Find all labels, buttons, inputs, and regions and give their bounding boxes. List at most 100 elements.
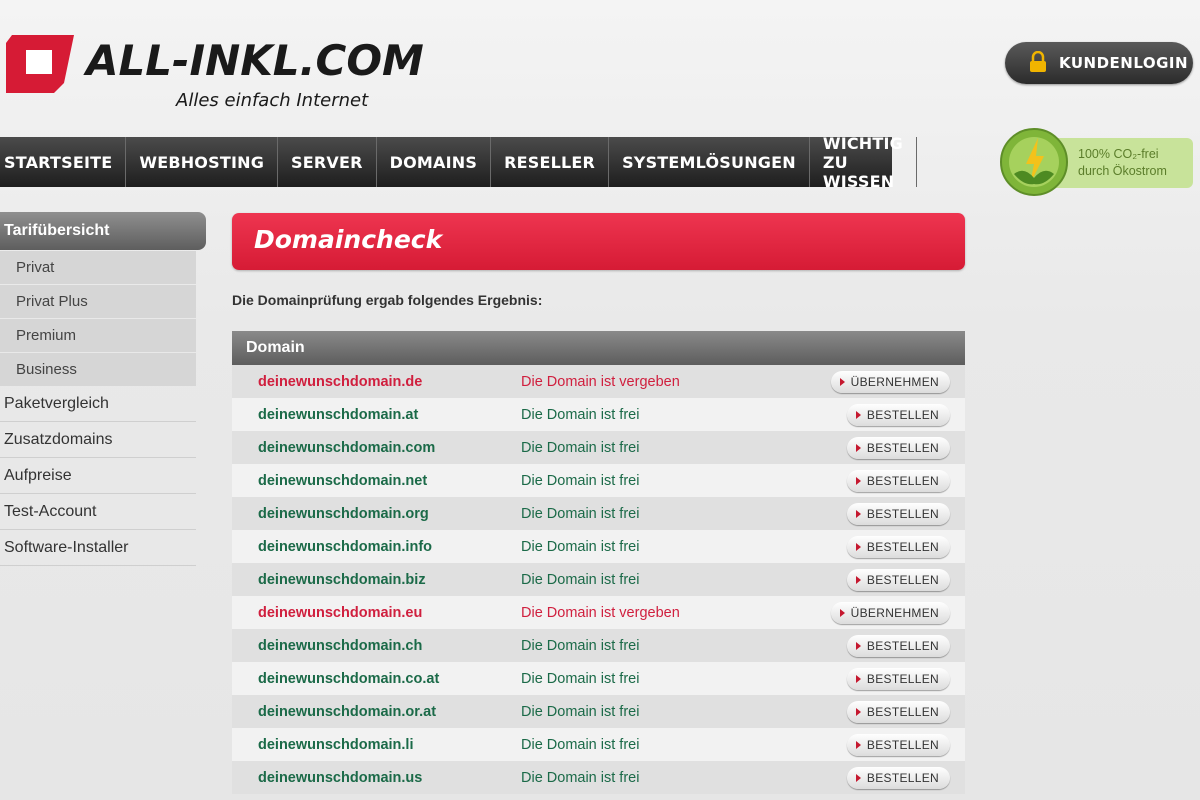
eco-line-1: 100% CO₂-frei: [1078, 147, 1159, 161]
table-row: deinewunschdomain.us Die Domain ist frei B…: [232, 761, 965, 794]
page-title-banner: Domaincheck: [232, 213, 965, 270]
domain-name: deinewunschdomain.ch: [258, 638, 423, 654]
domain-name: deinewunschdomain.org: [258, 506, 429, 522]
bestellen-button[interactable]: BESTELLEN: [846, 536, 950, 558]
arrow-right-icon: [855, 708, 861, 716]
domain-name: deinewunschdomain.or.at: [258, 704, 437, 720]
sidebar-item-zusatzdomains[interactable]: Zusatzdomains: [0, 422, 196, 458]
domain-name: deinewunschdomain.biz: [258, 572, 426, 588]
button-label: BESTELLEN: [866, 507, 939, 521]
site-header: ALL-INKL.COM Alles einfach Internet KUND…: [0, 0, 1200, 137]
bestellen-button[interactable]: BESTELLEN: [846, 635, 950, 657]
arrow-right-icon: [839, 378, 845, 386]
domain-status: Die Domain ist frei: [521, 638, 640, 654]
eco-text: 100% CO₂-frei durch Ökostrom: [1078, 146, 1193, 180]
button-label: BESTELLEN: [866, 540, 939, 554]
button-label: BESTELLEN: [866, 639, 939, 653]
domain-status: Die Domain ist frei: [521, 440, 640, 456]
table-row: deinewunschdomain.eu Die Domain ist verge…: [232, 596, 965, 629]
button-label: BESTELLEN: [866, 771, 939, 785]
bestellen-button[interactable]: BESTELLEN: [846, 701, 950, 723]
sidebar-subitem-business[interactable]: Business: [0, 353, 196, 386]
arrow-right-icon: [855, 675, 861, 683]
table-header-domain: Domain: [232, 331, 965, 365]
button-label: BESTELLEN: [866, 738, 939, 752]
lock-icon: [1030, 51, 1046, 72]
domain-status: Die Domain ist frei: [521, 572, 640, 588]
logo-wordmark[interactable]: ALL-INKL.COM: [86, 40, 424, 82]
domain-name: deinewunschdomain.de: [258, 374, 423, 390]
domain-status: Die Domain ist frei: [521, 737, 640, 753]
arrow-right-icon: [855, 444, 861, 452]
sidebar-item-software-installer[interactable]: Software-Installer: [0, 530, 196, 566]
bestellen-button[interactable]: BESTELLEN: [846, 470, 950, 492]
table-row: deinewunschdomain.de Die Domain ist verge…: [232, 365, 965, 398]
domain-name: deinewunschdomain.com: [258, 440, 436, 456]
page-title: Domaincheck: [254, 225, 443, 254]
sidebar: Tarifübersicht Privat Privat Plus Premiu…: [0, 212, 206, 566]
nav-item-domains[interactable]: DOMAINS: [377, 137, 492, 187]
nav-item-webhosting[interactable]: WEBHOSTING: [126, 137, 279, 187]
nav-item-systemloesungen[interactable]: SYSTEMLÖSUNGEN: [609, 137, 810, 187]
domain-status: Die Domain ist vergeben: [521, 605, 680, 621]
arrow-right-icon: [855, 510, 861, 518]
button-label: ÜBERNEHMEN: [850, 606, 939, 620]
bestellen-button[interactable]: BESTELLEN: [846, 437, 950, 459]
table-row: deinewunschdomain.info Die Domain ist fre…: [232, 530, 965, 563]
sidebar-heading-tarifuebersicht[interactable]: Tarifübersicht: [0, 212, 206, 250]
bestellen-button[interactable]: BESTELLEN: [846, 734, 950, 756]
table-row: deinewunschdomain.li Die Domain ist frei B…: [232, 728, 965, 761]
table-row: deinewunschdomain.org Die Domain ist frei…: [232, 497, 965, 530]
bestellen-button[interactable]: BESTELLEN: [846, 569, 950, 591]
domain-name: deinewunschdomain.net: [258, 473, 428, 489]
domain-name: deinewunschdomain.co.at: [258, 671, 440, 687]
bestellen-button[interactable]: BESTELLEN: [846, 668, 950, 690]
logo-mark-icon[interactable]: [4, 33, 78, 95]
table-row: deinewunschdomain.com Die Domain ist frei…: [232, 431, 965, 464]
sidebar-subitem-premium[interactable]: Premium: [0, 319, 196, 352]
button-label: ÜBERNEHMEN: [850, 375, 939, 389]
uebernehmen-button[interactable]: ÜBERNEHMEN: [830, 371, 950, 393]
domain-status: Die Domain ist frei: [521, 671, 640, 687]
nav-item-wichtig-zu-wissen[interactable]: WICHTIG ZU WISSEN: [810, 134, 917, 191]
arrow-right-icon: [855, 576, 861, 584]
bestellen-button[interactable]: BESTELLEN: [846, 767, 950, 789]
table-row: deinewunschdomain.biz Die Domain ist frei…: [232, 563, 965, 596]
domain-status: Die Domain ist frei: [521, 473, 640, 489]
button-label: BESTELLEN: [866, 441, 939, 455]
arrow-right-icon: [855, 642, 861, 650]
domain-status: Die Domain ist frei: [521, 704, 640, 720]
domain-status: Die Domain ist vergeben: [521, 374, 680, 390]
domain-status: Die Domain ist frei: [521, 770, 640, 786]
arrow-right-icon: [855, 477, 861, 485]
table-row: deinewunschdomain.at Die Domain ist frei B…: [232, 398, 965, 431]
table-row: deinewunschdomain.net Die Domain ist frei…: [232, 464, 965, 497]
button-label: BESTELLEN: [866, 408, 939, 422]
customer-login-button[interactable]: KUNDENLOGIN: [1005, 42, 1193, 84]
domain-status: Die Domain ist frei: [521, 407, 640, 423]
eco-line-2: durch Ökostrom: [1078, 164, 1167, 178]
sidebar-item-aufpreise[interactable]: Aufpreise: [0, 458, 196, 494]
nav-item-reseller[interactable]: RESELLER: [491, 137, 610, 187]
sidebar-item-paketvergleich[interactable]: Paketvergleich: [0, 386, 196, 422]
green-power-badge-icon: [1000, 128, 1068, 196]
sidebar-item-test-account[interactable]: Test-Account: [0, 494, 196, 530]
button-label: BESTELLEN: [866, 573, 939, 587]
domain-status: Die Domain ist frei: [521, 506, 640, 522]
arrow-right-icon: [855, 774, 861, 782]
uebernehmen-button[interactable]: ÜBERNEHMEN: [830, 602, 950, 624]
table-row: deinewunschdomain.or.at Die Domain ist fr…: [232, 695, 965, 728]
button-label: BESTELLEN: [866, 474, 939, 488]
button-label: BESTELLEN: [866, 705, 939, 719]
domain-status: Die Domain ist frei: [521, 539, 640, 555]
domain-name: deinewunschdomain.li: [258, 737, 414, 753]
arrow-right-icon: [855, 411, 861, 419]
sidebar-subitem-privat[interactable]: Privat: [0, 251, 196, 284]
result-intro-text: Die Domainprüfung ergab folgendes Ergebn…: [232, 292, 543, 308]
sidebar-subitem-privat-plus[interactable]: Privat Plus: [0, 285, 196, 318]
bestellen-button[interactable]: BESTELLEN: [846, 404, 950, 426]
bestellen-button[interactable]: BESTELLEN: [846, 503, 950, 525]
nav-item-server[interactable]: SERVER: [278, 137, 377, 187]
table-body: deinewunschdomain.de Die Domain ist verge…: [232, 365, 965, 794]
nav-item-startseite[interactable]: STARTSEITE: [0, 137, 127, 187]
